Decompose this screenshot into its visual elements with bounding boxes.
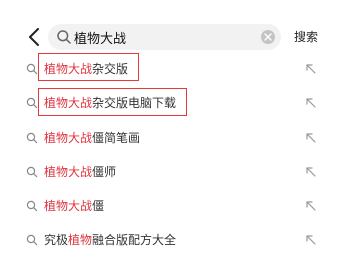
search-submit-button[interactable]: 搜索	[294, 28, 318, 45]
arrow-up-left-icon[interactable]	[304, 96, 318, 110]
suggestion-text: 植物大战僵简笔画	[44, 130, 140, 146]
suggestion-suffix: 杂交版	[92, 62, 129, 76]
search-icon	[26, 97, 38, 109]
suggestion-match: 植物大战	[44, 96, 93, 110]
search-input[interactable]	[74, 27, 254, 47]
search-icon	[26, 200, 38, 212]
search-icon	[26, 63, 38, 75]
suggestion-match: 植物大战	[44, 165, 93, 179]
search-icon	[26, 234, 38, 246]
arrow-up-left-icon[interactable]	[304, 131, 318, 145]
suggestion-suffix: 融合版配方大全	[92, 233, 177, 247]
suggestion-text: 植物大战杂交版电脑下载	[44, 95, 176, 111]
search-header: 搜索	[0, 20, 342, 54]
suggestion-match: 植物大战	[44, 199, 93, 213]
suggestion-suffix: 僵师	[92, 165, 117, 179]
suggestion-text: 植物大战僵	[44, 198, 104, 214]
back-button[interactable]	[24, 24, 44, 50]
suggestion-text: 植物大战杂交版	[44, 61, 128, 77]
suggestion-item[interactable]: 植物大战僵	[0, 189, 342, 223]
suggestion-suffix: 僵	[92, 199, 105, 213]
suggestion-prefix: 究极	[44, 233, 69, 247]
clear-icon	[264, 33, 272, 41]
arrow-up-left-icon[interactable]	[304, 165, 318, 179]
search-icon	[26, 132, 38, 144]
search-bar[interactable]	[48, 24, 281, 50]
suggestion-match: 植物大战	[44, 131, 93, 145]
arrow-up-left-icon[interactable]	[304, 199, 318, 213]
suggestion-text: 究极植物融合版配方大全	[44, 232, 176, 248]
suggestion-match: 植物	[68, 233, 93, 247]
arrow-up-left-icon[interactable]	[304, 233, 318, 247]
suggestion-suffix: 杂交版电脑下载	[92, 96, 177, 110]
suggestion-text: 植物大战僵师	[44, 164, 116, 180]
suggestion-suffix: 僵简笔画	[92, 131, 141, 145]
clear-button[interactable]	[261, 30, 275, 44]
arrow-up-left-icon[interactable]	[304, 62, 318, 76]
search-icon	[26, 166, 38, 178]
suggestion-item[interactable]: 究极植物融合版配方大全	[0, 223, 342, 257]
suggestion-item[interactable]: 植物大战杂交版电脑下载	[0, 86, 342, 120]
chevron-left-icon	[29, 28, 39, 46]
suggestion-item[interactable]: 植物大战僵师	[0, 155, 342, 189]
suggestion-item[interactable]: 植物大战杂交版	[0, 52, 342, 86]
suggestion-item[interactable]: 植物大战僵简笔画	[0, 121, 342, 155]
search-icon	[57, 30, 71, 44]
suggestion-match: 植物大战	[44, 62, 93, 76]
